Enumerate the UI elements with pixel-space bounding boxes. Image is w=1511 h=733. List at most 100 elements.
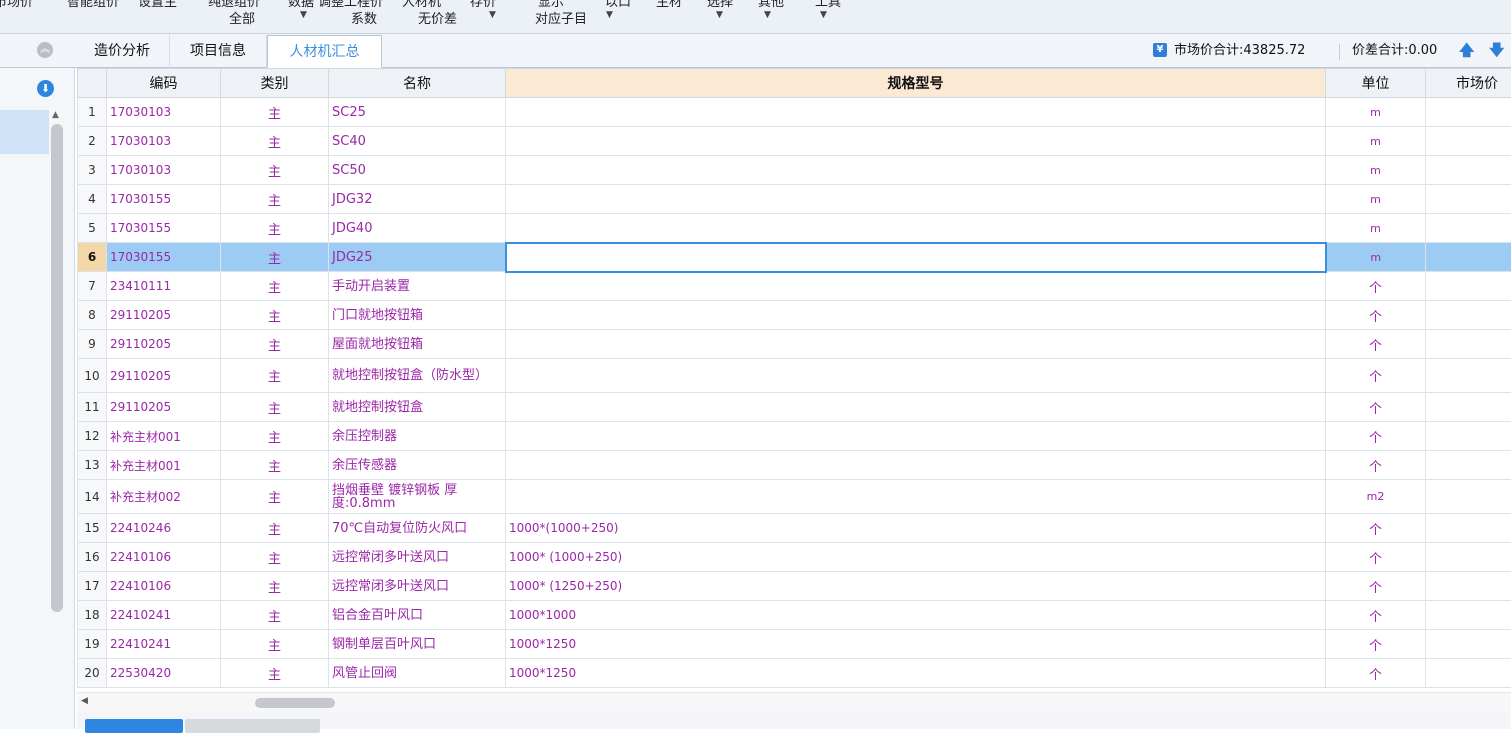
toolbar-item-10[interactable]: 主材 (656, 0, 682, 10)
type-cell[interactable]: 主 (221, 630, 329, 659)
spec-cell[interactable] (506, 393, 1326, 422)
row-number-cell[interactable]: 15 (78, 514, 107, 543)
type-cell[interactable]: 主 (221, 572, 329, 601)
spec-cell[interactable] (506, 214, 1326, 243)
type-cell[interactable]: 主 (221, 393, 329, 422)
unit-cell[interactable]: m (1326, 156, 1426, 185)
code-cell[interactable]: 17030103 (107, 98, 221, 127)
code-cell[interactable]: 22410106 (107, 572, 221, 601)
unit-cell[interactable]: m (1326, 185, 1426, 214)
spec-cell[interactable]: 1000* (1000+250) (506, 543, 1326, 572)
market-price-cell[interactable] (1426, 601, 1511, 630)
toolbar-item-9[interactable]: 以口 (605, 0, 631, 10)
name-cell[interactable]: SC25 (329, 98, 506, 127)
toolbar-item-11[interactable]: 选择 (707, 0, 733, 10)
row-number-cell[interactable]: 3 (78, 156, 107, 185)
scrollbar-thumb[interactable] (255, 698, 335, 708)
type-cell[interactable]: 主 (221, 451, 329, 480)
table-row[interactable]: 517030155主JDG40m (78, 214, 1511, 243)
table-row[interactable]: 617030155主JDG25m (78, 243, 1511, 272)
market-price-cell[interactable] (1426, 572, 1511, 601)
table-row[interactable]: 117030103主SC25m (78, 98, 1511, 127)
market-price-cell[interactable] (1426, 393, 1511, 422)
unit-cell[interactable]: 个 (1326, 301, 1426, 330)
name-cell[interactable]: JDG25 (329, 243, 506, 272)
row-number-cell[interactable]: 10 (78, 359, 107, 393)
name-cell[interactable]: 挡烟垂壁 镀锌钢板 厚度:0.8mm (329, 480, 506, 514)
market-price-cell[interactable] (1426, 422, 1511, 451)
table-row[interactable]: 1129110205主就地控制按钮盒个 (78, 393, 1511, 422)
toolbar-item-1[interactable]: 智能组价 (67, 0, 119, 10)
tab-materials-summary[interactable]: 人材机汇总 (267, 35, 382, 68)
column-header-spec[interactable]: 规格型号 (506, 69, 1326, 98)
bottom-tab-active[interactable] (85, 719, 183, 733)
market-price-cell[interactable] (1426, 630, 1511, 659)
table-row[interactable]: 217030103主SC40m (78, 127, 1511, 156)
unit-cell[interactable]: 个 (1326, 514, 1426, 543)
unit-cell[interactable]: m (1326, 127, 1426, 156)
name-cell[interactable]: 钢制单层百叶风口 (329, 630, 506, 659)
unit-cell[interactable]: 个 (1326, 630, 1426, 659)
column-header-name[interactable]: 名称 (329, 69, 506, 98)
code-cell[interactable]: 补充主材001 (107, 422, 221, 451)
table-row[interactable]: 1922410241主钢制单层百叶风口1000*1250个 (78, 630, 1511, 659)
row-number-cell[interactable]: 20 (78, 659, 107, 688)
market-price-cell[interactable] (1426, 451, 1511, 480)
name-cell[interactable]: 远控常闭多叶送风口 (329, 572, 506, 601)
market-price-cell[interactable] (1426, 127, 1511, 156)
row-number-cell[interactable]: 18 (78, 601, 107, 630)
name-cell[interactable]: 70℃自动复位防火风口 (329, 514, 506, 543)
toolbar-item-7[interactable]: 存价 (470, 0, 496, 10)
name-cell[interactable]: JDG40 (329, 214, 506, 243)
unit-cell[interactable]: 个 (1326, 659, 1426, 688)
table-row[interactable]: 1822410241主铝合金百叶风口1000*1000个 (78, 601, 1511, 630)
code-cell[interactable]: 22410246 (107, 514, 221, 543)
name-cell[interactable]: SC50 (329, 156, 506, 185)
table-row[interactable]: 1622410106主远控常闭多叶送风口1000* (1000+250)个 (78, 543, 1511, 572)
arrow-up-icon[interactable]: 🡅 (1459, 40, 1474, 65)
scroll-left-icon[interactable]: ◀ (81, 696, 88, 706)
row-number-cell[interactable]: 12 (78, 422, 107, 451)
unit-cell[interactable]: 个 (1326, 272, 1426, 301)
toolbar-item-12[interactable]: 其他 (758, 0, 784, 10)
name-cell[interactable]: 门口就地按钮箱 (329, 301, 506, 330)
coefficient-button[interactable]: 系数 (351, 8, 377, 27)
column-header-code[interactable]: 编码 (107, 69, 221, 98)
market-price-cell[interactable] (1426, 359, 1511, 393)
type-cell[interactable]: 主 (221, 330, 329, 359)
vertical-scrollbar[interactable]: ▲ (49, 110, 66, 630)
type-cell[interactable]: 主 (221, 359, 329, 393)
market-price-cell[interactable] (1426, 543, 1511, 572)
code-cell[interactable]: 22410241 (107, 630, 221, 659)
spec-cell[interactable] (506, 98, 1326, 127)
spec-cell[interactable] (506, 480, 1326, 514)
scroll-up-icon[interactable]: ▲ (52, 110, 59, 120)
market-price-cell[interactable] (1426, 659, 1511, 688)
unit-cell[interactable]: 个 (1326, 330, 1426, 359)
table-row[interactable]: 14补充主材002主挡烟垂壁 镀锌钢板 厚度:0.8mmm2 (78, 480, 1511, 514)
row-number-cell[interactable]: 8 (78, 301, 107, 330)
tab-cost-analysis[interactable]: 造价分析 (75, 35, 170, 68)
market-price-cell[interactable] (1426, 330, 1511, 359)
table-row[interactable]: 723410111主手动开启装置个 (78, 272, 1511, 301)
chevron-down-icon[interactable]: ▼ (764, 10, 771, 20)
row-number-cell[interactable]: 11 (78, 393, 107, 422)
type-cell[interactable]: 主 (221, 214, 329, 243)
spec-cell[interactable]: 1000*1250 (506, 659, 1326, 688)
spec-cell[interactable] (506, 272, 1326, 301)
spec-cell[interactable]: 1000*1000 (506, 601, 1326, 630)
type-cell[interactable]: 主 (221, 301, 329, 330)
code-cell[interactable]: 17030103 (107, 156, 221, 185)
unit-cell[interactable]: 个 (1326, 572, 1426, 601)
unit-cell[interactable]: 个 (1326, 543, 1426, 572)
spec-cell[interactable] (506, 243, 1326, 272)
market-price-cell[interactable] (1426, 214, 1511, 243)
code-cell[interactable]: 29110205 (107, 330, 221, 359)
name-cell[interactable]: SC40 (329, 127, 506, 156)
spec-cell[interactable] (506, 422, 1326, 451)
toolbar-item-4[interactable]: 数据 (288, 0, 314, 10)
code-cell[interactable]: 29110205 (107, 393, 221, 422)
type-cell[interactable]: 主 (221, 514, 329, 543)
tab-project-info[interactable]: 项目信息 (170, 35, 267, 68)
type-cell[interactable]: 主 (221, 185, 329, 214)
